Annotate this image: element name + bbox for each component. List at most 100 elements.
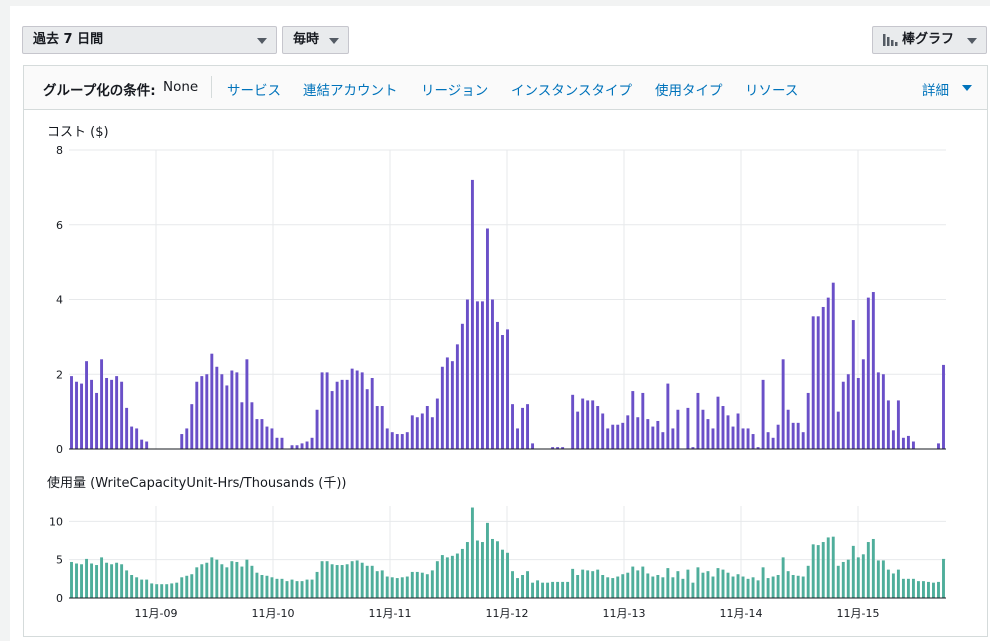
cost-bar (475, 301, 479, 449)
cost-bar (230, 370, 234, 449)
usage-bar (170, 583, 174, 598)
cost-bar (385, 428, 389, 449)
granularity-label: 毎時 (293, 32, 320, 47)
usage-bar (175, 582, 179, 598)
usage-bar (390, 577, 394, 598)
cost-bar (195, 381, 199, 449)
usage-bar (841, 561, 845, 598)
cost-bar (240, 402, 244, 449)
usage-bar (305, 579, 309, 598)
usage-bar (460, 548, 464, 598)
cost-bar (586, 400, 590, 449)
cost-bar (721, 406, 725, 449)
usage-bar (786, 571, 790, 598)
usage-bar (776, 575, 780, 598)
cost-bar (601, 413, 605, 449)
usage-bar (240, 566, 244, 598)
cost-bar (781, 359, 785, 449)
usage-bar (501, 549, 504, 598)
usage-bar (866, 542, 870, 598)
cost-bar (355, 370, 359, 449)
cost-bar (430, 417, 434, 449)
usage-bar (796, 575, 800, 598)
usage-bar (325, 561, 329, 598)
usage-bar (741, 576, 745, 598)
usage-bar (160, 584, 164, 598)
cost-bar (410, 415, 414, 449)
usage-bar (896, 569, 900, 598)
usage-bar (766, 578, 770, 598)
cost-bar (110, 379, 114, 449)
usage-bar (110, 564, 114, 598)
cost-bar (115, 376, 119, 449)
usage-bar (601, 575, 605, 598)
cost-bar (310, 437, 314, 449)
x-tick-label: 11月-14 (720, 607, 763, 620)
cost-bar (325, 372, 329, 449)
cost-bar (911, 441, 915, 449)
cost-bar (80, 383, 83, 449)
usage-bar (260, 575, 264, 598)
usage-bar (636, 570, 640, 598)
chart-style-dropdown[interactable]: 棒グラフ (872, 26, 987, 54)
usage-bar (816, 545, 820, 598)
usage-bar (270, 577, 274, 598)
usage-bar (536, 580, 540, 598)
usage-bar (871, 538, 875, 598)
cost-bar (370, 377, 374, 449)
usage-bar (761, 567, 765, 598)
usage-bar (340, 565, 344, 598)
usage-bar (115, 562, 119, 598)
usage-bar (531, 582, 535, 598)
cost-bar (210, 353, 214, 449)
cost-bar (445, 357, 449, 449)
cost-bar (711, 428, 715, 449)
usage-bar (210, 557, 214, 598)
granularity-dropdown[interactable]: 毎時 (282, 26, 349, 54)
cost-bar (591, 400, 595, 449)
cost-bar (766, 432, 770, 449)
cost-bar (871, 292, 875, 449)
usage-bar (215, 559, 219, 598)
cost-bar (676, 409, 680, 449)
usage-bar (932, 582, 935, 598)
usage-bar (751, 577, 755, 598)
usage-bar (506, 552, 509, 598)
bar-chart-icon (883, 33, 898, 46)
usage-bar (300, 581, 304, 598)
usage-bar (496, 541, 499, 598)
cost-bar (576, 411, 580, 450)
cost-bar (185, 428, 189, 449)
cost-bar (571, 394, 575, 449)
cost-bar (811, 316, 815, 449)
cost-bar (440, 366, 444, 449)
usage-bar (781, 557, 785, 598)
usage-bar (345, 564, 349, 598)
cost-bar (215, 366, 219, 449)
cost-bar (435, 398, 439, 449)
usage-y-tick-label: 10 (49, 515, 63, 528)
usage-bar (370, 565, 374, 598)
usage-bar (696, 567, 700, 598)
cost-bar (365, 389, 369, 449)
usage-bar (245, 559, 249, 598)
cost-bar (250, 402, 254, 449)
usage-bar (105, 562, 109, 598)
usage-bar (255, 572, 259, 598)
cost-bar (751, 434, 755, 449)
cost-bar (190, 404, 194, 449)
usage-bar (80, 564, 83, 598)
x-tick-label: 11月-09 (135, 607, 178, 620)
cost-bar (360, 372, 364, 449)
cost-bar (380, 406, 384, 449)
cost-bar (701, 409, 705, 449)
usage-bar (616, 576, 620, 598)
usage-bar (806, 565, 810, 598)
usage-bar (581, 569, 585, 598)
usage-bar (470, 507, 474, 598)
cost-bar (180, 434, 184, 449)
date-range-dropdown[interactable]: 過去 7 日間 (22, 26, 277, 54)
usage-bar (145, 579, 149, 598)
usage-bar (75, 563, 78, 598)
usage-bar (511, 571, 514, 598)
